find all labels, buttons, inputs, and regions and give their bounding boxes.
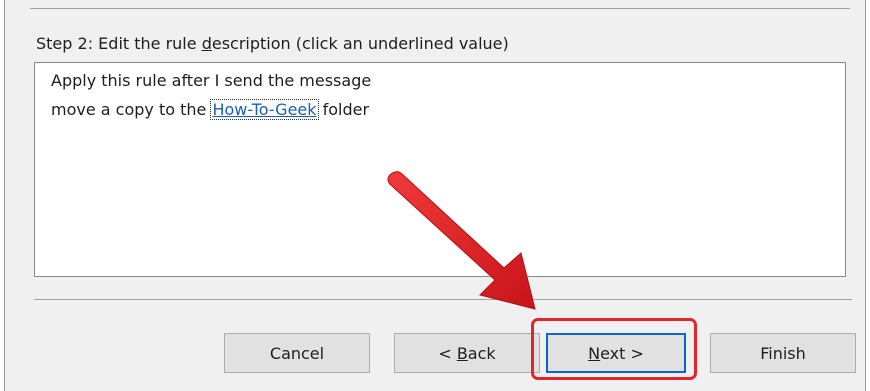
back-button-suffix: ack <box>467 343 496 363</box>
cancel-button-label: Cancel <box>269 343 325 363</box>
back-button[interactable]: < Back <box>394 333 540 373</box>
folder-link[interactable]: How-To-Geek <box>210 99 319 120</box>
finish-button-label: Finish <box>760 343 806 363</box>
next-button-mnemonic: N <box>588 343 601 363</box>
top-divider <box>30 8 850 9</box>
rule-action-suffix: folder <box>317 100 370 119</box>
step-2-label: Step 2: Edit the rule description (click… <box>36 34 509 53</box>
screenshot-stage: Step 2: Edit the rule description (click… <box>0 0 870 391</box>
rule-action-line: move a copy to the How-To-Geek folder <box>51 99 370 120</box>
next-button[interactable]: Next > <box>546 333 686 373</box>
rule-description-box[interactable]: Apply this rule after I send the message… <box>34 62 846 277</box>
step-label-suffix: escription (click an underlined value) <box>211 34 509 53</box>
bottom-divider <box>34 299 852 300</box>
cancel-button[interactable]: Cancel <box>224 333 370 373</box>
finish-button[interactable]: Finish <box>710 333 856 373</box>
back-button-mnemonic: B <box>456 343 468 363</box>
next-button-suffix: ext > <box>600 343 644 363</box>
step-label-mnemonic: d <box>201 34 212 53</box>
step-label-prefix: Step 2: Edit the rule <box>36 34 202 53</box>
back-button-prefix: < <box>438 343 457 363</box>
rule-condition-line: Apply this rule after I send the message <box>51 71 372 90</box>
rule-action-prefix: move a copy to the <box>51 100 212 119</box>
